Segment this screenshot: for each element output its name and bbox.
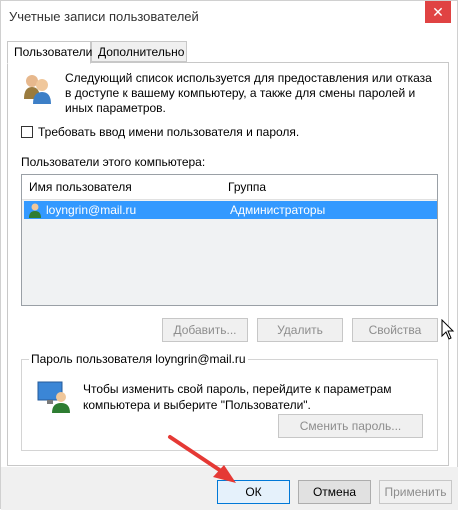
column-header-group-label: Группа (228, 180, 267, 194)
change-password-label: Сменить пароль... (299, 419, 402, 433)
remove-user-button[interactable]: Удалить (257, 318, 343, 342)
table-row[interactable]: loyngrin@mail.ru Администраторы (24, 201, 437, 219)
apply-button[interactable]: Применить (379, 480, 452, 504)
user-accounts-dialog: Учетные записи пользователей ✕ Пользоват… (0, 0, 458, 510)
tab-users[interactable]: Пользователи (7, 41, 93, 64)
column-header-username[interactable]: Имя пользователя (22, 175, 223, 200)
change-password-button[interactable]: Сменить пароль... (278, 414, 423, 438)
tab-users-label: Пользователи (14, 45, 93, 59)
annotation-arrow-icon (168, 435, 236, 483)
password-instructions: Чтобы изменить свой пароль, перейдите к … (83, 382, 392, 412)
close-icon: ✕ (432, 3, 444, 20)
users-icon (21, 73, 53, 105)
users-list[interactable]: Имя пользователя Группа loyngrin@mail.ru… (21, 174, 438, 306)
password-group-legend: Пароль пользователя loyngrin@mail.ru (29, 352, 248, 366)
row-username: loyngrin@mail.ru (46, 203, 137, 217)
properties-label: Свойства (368, 323, 422, 337)
require-login-label: Требовать ввод имени пользователя и паро… (38, 125, 300, 139)
description-text: Следующий список используется для предос… (65, 71, 432, 115)
close-button[interactable]: ✕ (425, 1, 451, 23)
cancel-label: Отмена (312, 485, 357, 499)
ok-label: ОК (245, 485, 262, 499)
column-header-group[interactable]: Группа (222, 175, 437, 200)
row-group: Администраторы (230, 203, 326, 217)
tab-advanced[interactable]: Дополнительно (91, 41, 187, 62)
column-header-username-label: Имя пользователя (29, 180, 132, 194)
remove-user-label: Удалить (277, 323, 323, 337)
apply-label: Применить (384, 485, 447, 499)
add-user-button[interactable]: Добавить... (162, 318, 248, 342)
properties-button[interactable]: Свойства (352, 318, 438, 342)
user-icon (27, 202, 43, 218)
cancel-button[interactable]: Отмена (298, 480, 371, 504)
window-title: Учетные записи пользователей (9, 9, 199, 24)
tab-advanced-label: Дополнительно (98, 45, 185, 59)
add-user-label: Добавить... (173, 323, 237, 337)
require-login-checkbox[interactable] (21, 126, 33, 138)
mouse-cursor-icon (441, 318, 455, 341)
monitor-user-icon (37, 379, 71, 413)
users-list-label: Пользователи этого компьютера: (21, 155, 206, 169)
